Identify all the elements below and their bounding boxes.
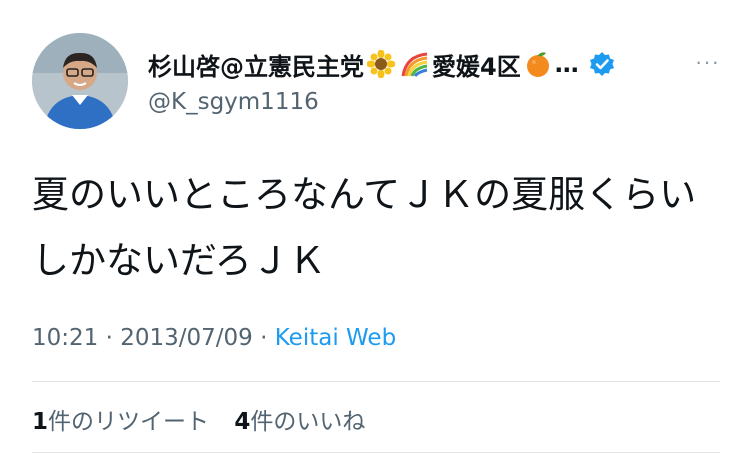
retweets-stat[interactable]: 1件のリツイート xyxy=(32,409,209,435)
rainbow-icon xyxy=(400,49,430,79)
retweets-label: 件のリツイート xyxy=(48,409,210,435)
likes-label: 件のいいね xyxy=(250,409,366,435)
avatar-photo-icon xyxy=(32,33,128,129)
divider xyxy=(32,381,720,382)
divider xyxy=(32,452,720,453)
meta-separator: · xyxy=(98,325,121,351)
more-options-icon[interactable]: ··· xyxy=(695,49,720,75)
tweet-stats: 1件のリツイート 4件のいいね xyxy=(32,402,383,436)
verified-badge-icon xyxy=(589,51,615,77)
display-name-suffix[interactable]: 愛媛4区 xyxy=(432,47,521,82)
display-name[interactable]: 杉山啓@立憲民主党 xyxy=(148,47,364,82)
tweet-meta: 10:21 · 2013/07/09 · Keitai Web xyxy=(32,325,396,351)
likes-stat[interactable]: 4件のいいね xyxy=(234,409,365,435)
avatar[interactable] xyxy=(32,33,128,129)
tweet-header: 杉山啓@立憲民主党 愛媛4区 … @K_sgym1116 ··· xyxy=(32,33,720,133)
sunflower-icon xyxy=(366,49,396,79)
tweet-time[interactable]: 10:21 xyxy=(32,325,98,351)
likes-count: 4 xyxy=(234,409,251,435)
tweet-text: 夏のいいところなんてＪＫの夏服くらいしかないだろＪＫ xyxy=(32,173,697,282)
meta-separator: · xyxy=(252,325,275,351)
tweet-date[interactable]: 2013/07/09 xyxy=(120,325,253,351)
tangerine-icon xyxy=(523,49,553,79)
user-handle[interactable]: @K_sgym1116 xyxy=(148,89,720,115)
retweets-count: 1 xyxy=(32,409,49,435)
display-name-ellipsis: … xyxy=(554,50,579,78)
display-name-row[interactable]: 杉山啓@立憲民主党 愛媛4区 … xyxy=(148,47,720,81)
tweet-source-link[interactable]: Keitai Web xyxy=(275,325,396,351)
name-block: 杉山啓@立憲民主党 愛媛4区 … @K_sgym1116 xyxy=(148,47,720,115)
